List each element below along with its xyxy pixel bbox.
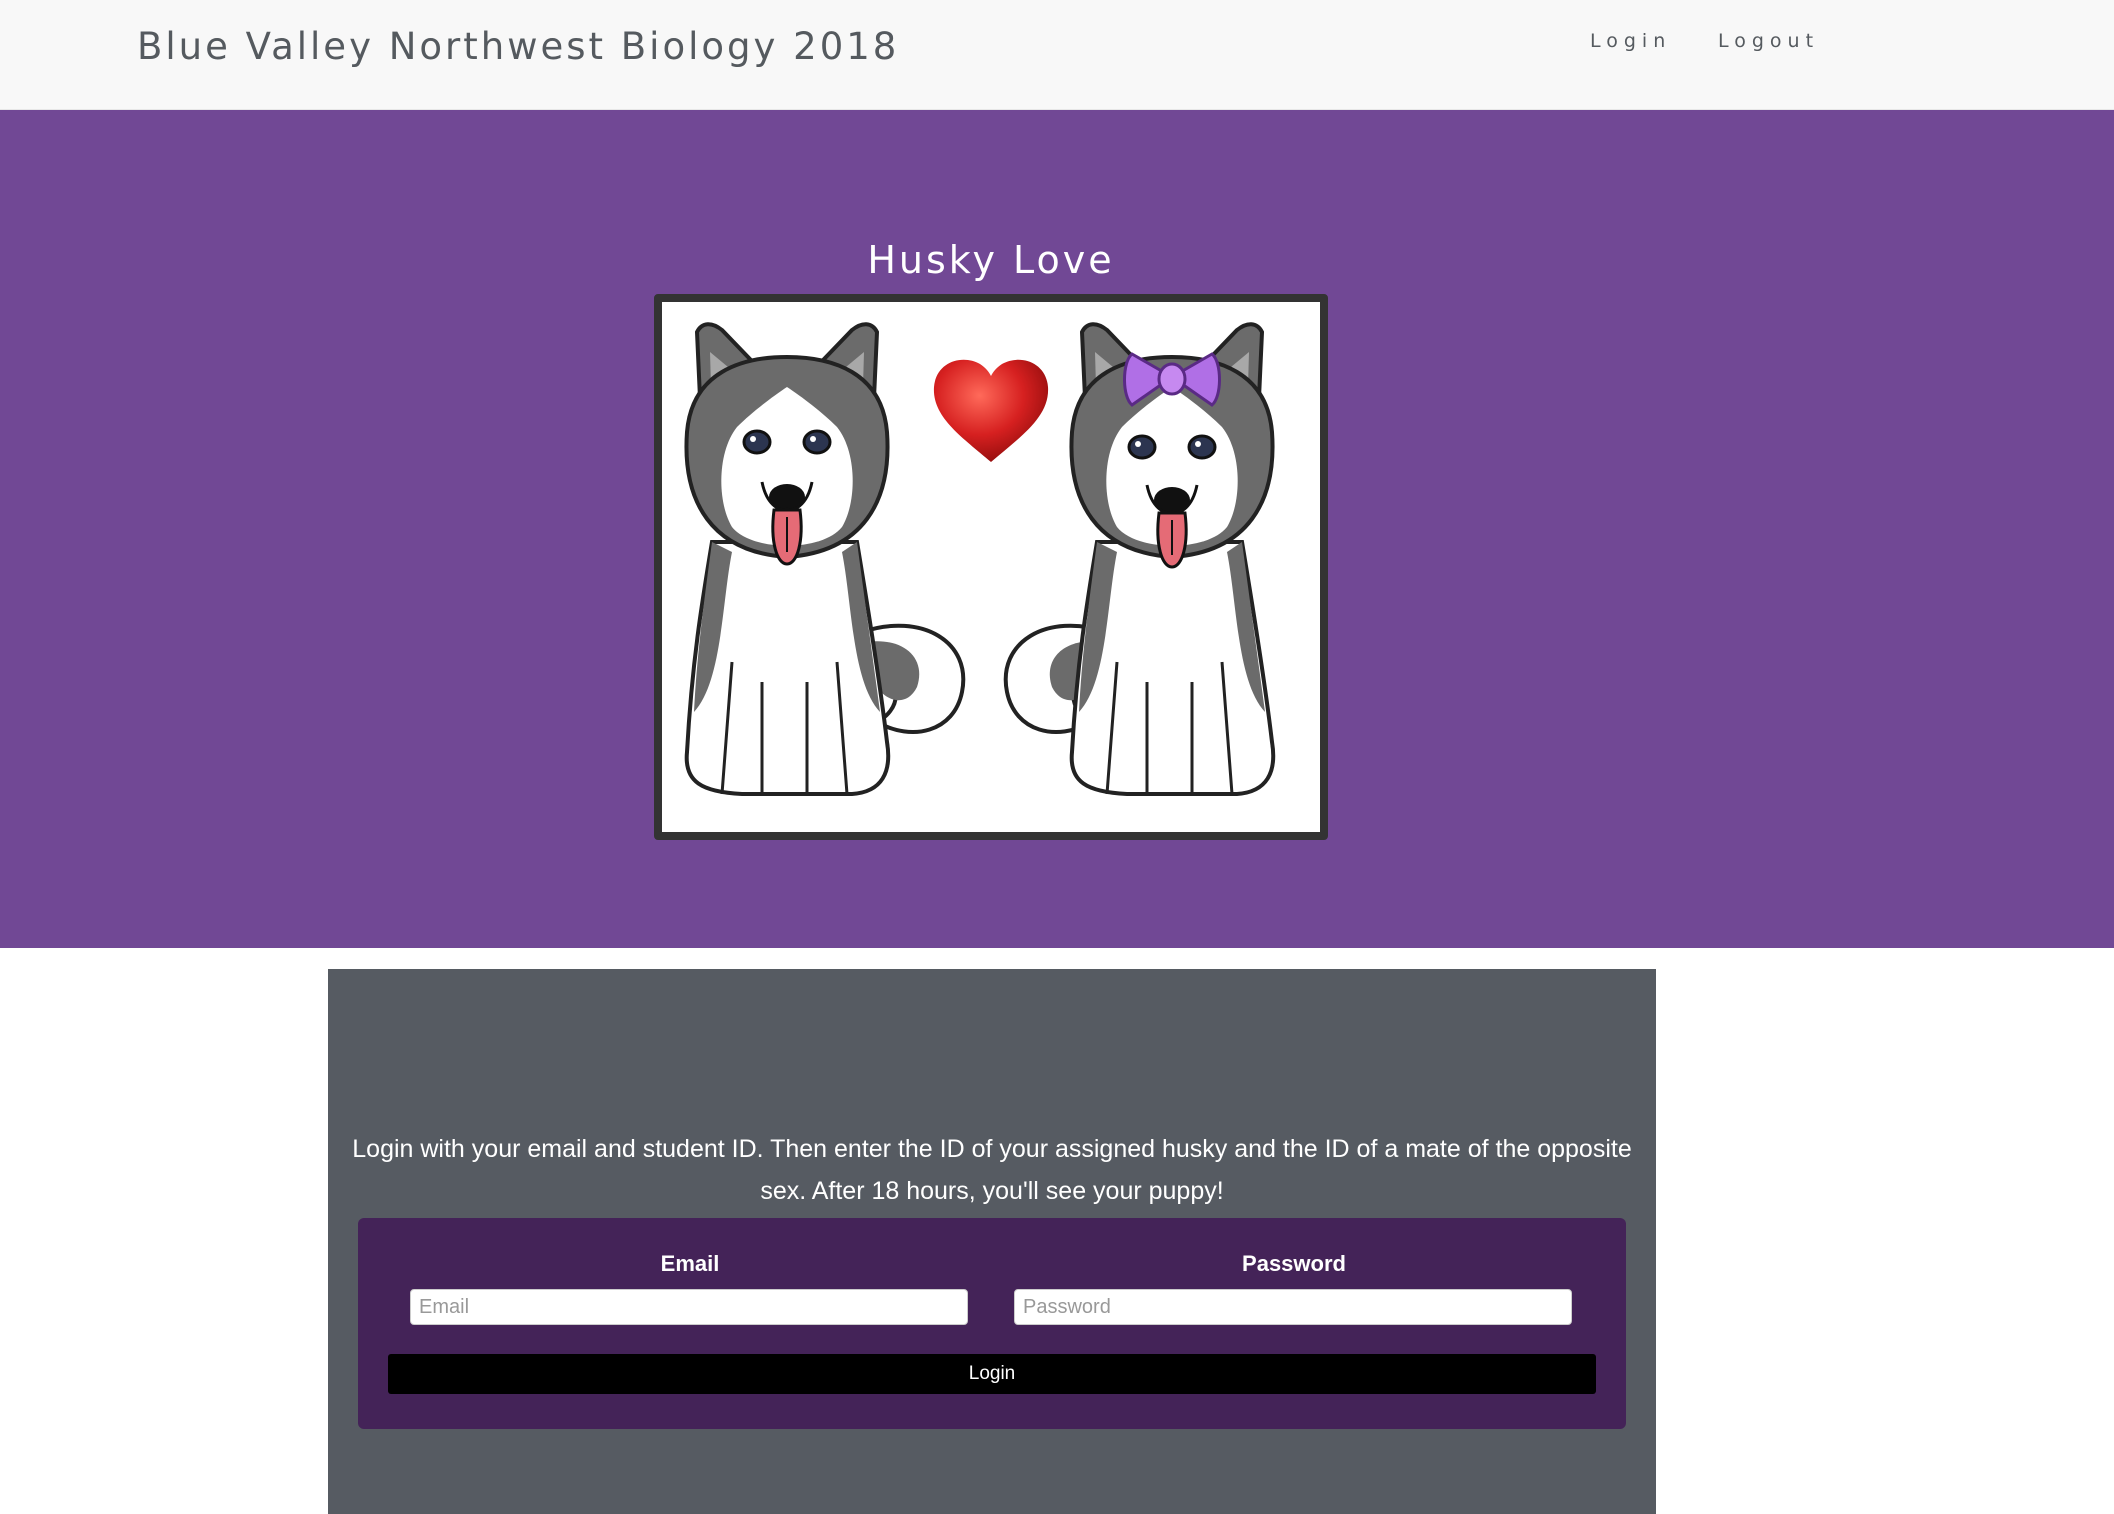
nav-logout-link[interactable]: Logout — [1718, 30, 1819, 52]
hero-section: Husky Love — [0, 110, 2114, 948]
email-label: Email — [660, 1251, 720, 1276]
site-brand-link[interactable]: Blue Valley Northwest Biology 2018 — [137, 25, 899, 68]
email-input[interactable] — [410, 1289, 968, 1325]
nav-login-link[interactable]: Login — [1590, 30, 1671, 52]
login-panel: Login with your email and student ID. Th… — [328, 969, 1656, 1514]
password-input[interactable] — [1014, 1289, 1572, 1325]
husky-love-image — [654, 294, 1328, 840]
heart-icon — [933, 359, 1049, 462]
login-instructions: Login with your email and student ID. Th… — [352, 1135, 1632, 1205]
husky-love-illustration — [684, 322, 1276, 796]
password-label: Password — [1242, 1251, 1346, 1276]
login-form: Email Password Login — [358, 1218, 1626, 1429]
hero-title: Husky Love — [867, 238, 1115, 282]
login-button[interactable]: Login — [388, 1354, 1596, 1394]
husky-left-icon — [684, 322, 966, 796]
top-navbar: Blue Valley Northwest Biology 2018 Login… — [0, 0, 2114, 110]
